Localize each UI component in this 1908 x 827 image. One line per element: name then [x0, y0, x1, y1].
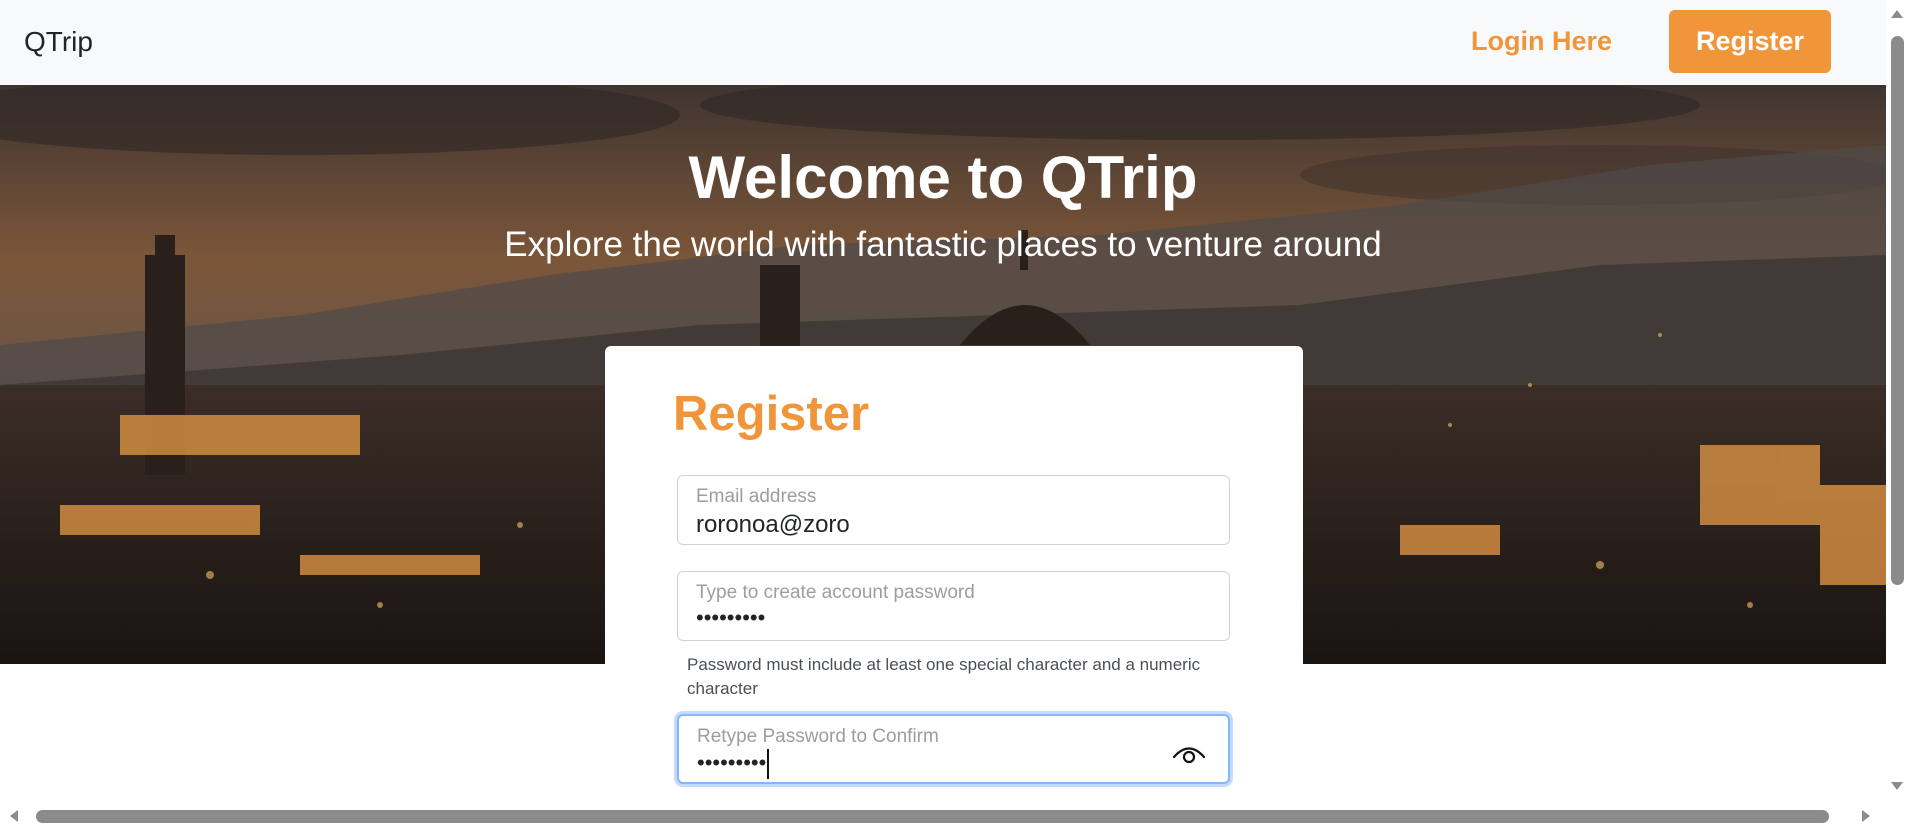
eye-icon[interactable]	[1172, 740, 1206, 766]
email-label: Email address	[696, 486, 817, 507]
vertical-scrollbar[interactable]	[1886, 0, 1908, 806]
hero-title: Welcome to QTrip	[688, 144, 1198, 211]
scroll-up-arrow-icon[interactable]	[1891, 10, 1903, 18]
vertical-scroll-thumb[interactable]	[1891, 36, 1904, 585]
scroll-left-arrow-icon[interactable]	[10, 810, 18, 822]
scroll-down-arrow-icon[interactable]	[1891, 782, 1903, 790]
email-field[interactable]: Email address roronoa@zoro	[677, 475, 1230, 545]
brand-logo[interactable]: QTrip	[24, 26, 93, 58]
password-value: •••••••••	[696, 605, 766, 630]
confirm-password-field[interactable]: Retype Password to Confirm •••••••••	[677, 714, 1230, 784]
page: QTrip Login Here Register Welcome to QTr…	[0, 0, 1908, 827]
scroll-right-arrow-icon[interactable]	[1862, 810, 1870, 822]
confirm-password-label: Retype Password to Confirm	[697, 726, 939, 747]
password-label: Type to create account password	[696, 582, 975, 603]
confirm-password-value-wrap: •••••••••	[697, 749, 770, 779]
register-card: Register Email address roronoa@zoro Type…	[605, 346, 1303, 806]
horizontal-scrollbar[interactable]	[0, 806, 1886, 827]
hero-subtitle: Explore the world with fantastic places …	[504, 225, 1382, 264]
password-help-text: Password must include at least one speci…	[687, 655, 1201, 698]
navbar: QTrip Login Here Register	[0, 0, 1886, 85]
scrollbar-corner	[1886, 806, 1908, 827]
register-button[interactable]: Register	[1669, 10, 1831, 73]
email-value: roronoa@zoro	[696, 511, 850, 538]
horizontal-scroll-thumb[interactable]	[36, 810, 1829, 823]
text-caret	[767, 749, 770, 779]
confirm-password-value: •••••••••	[697, 749, 767, 775]
login-link[interactable]: Login Here	[1471, 26, 1612, 57]
password-field[interactable]: Type to create account password ••••••••…	[677, 571, 1230, 641]
register-title: Register	[673, 387, 870, 441]
